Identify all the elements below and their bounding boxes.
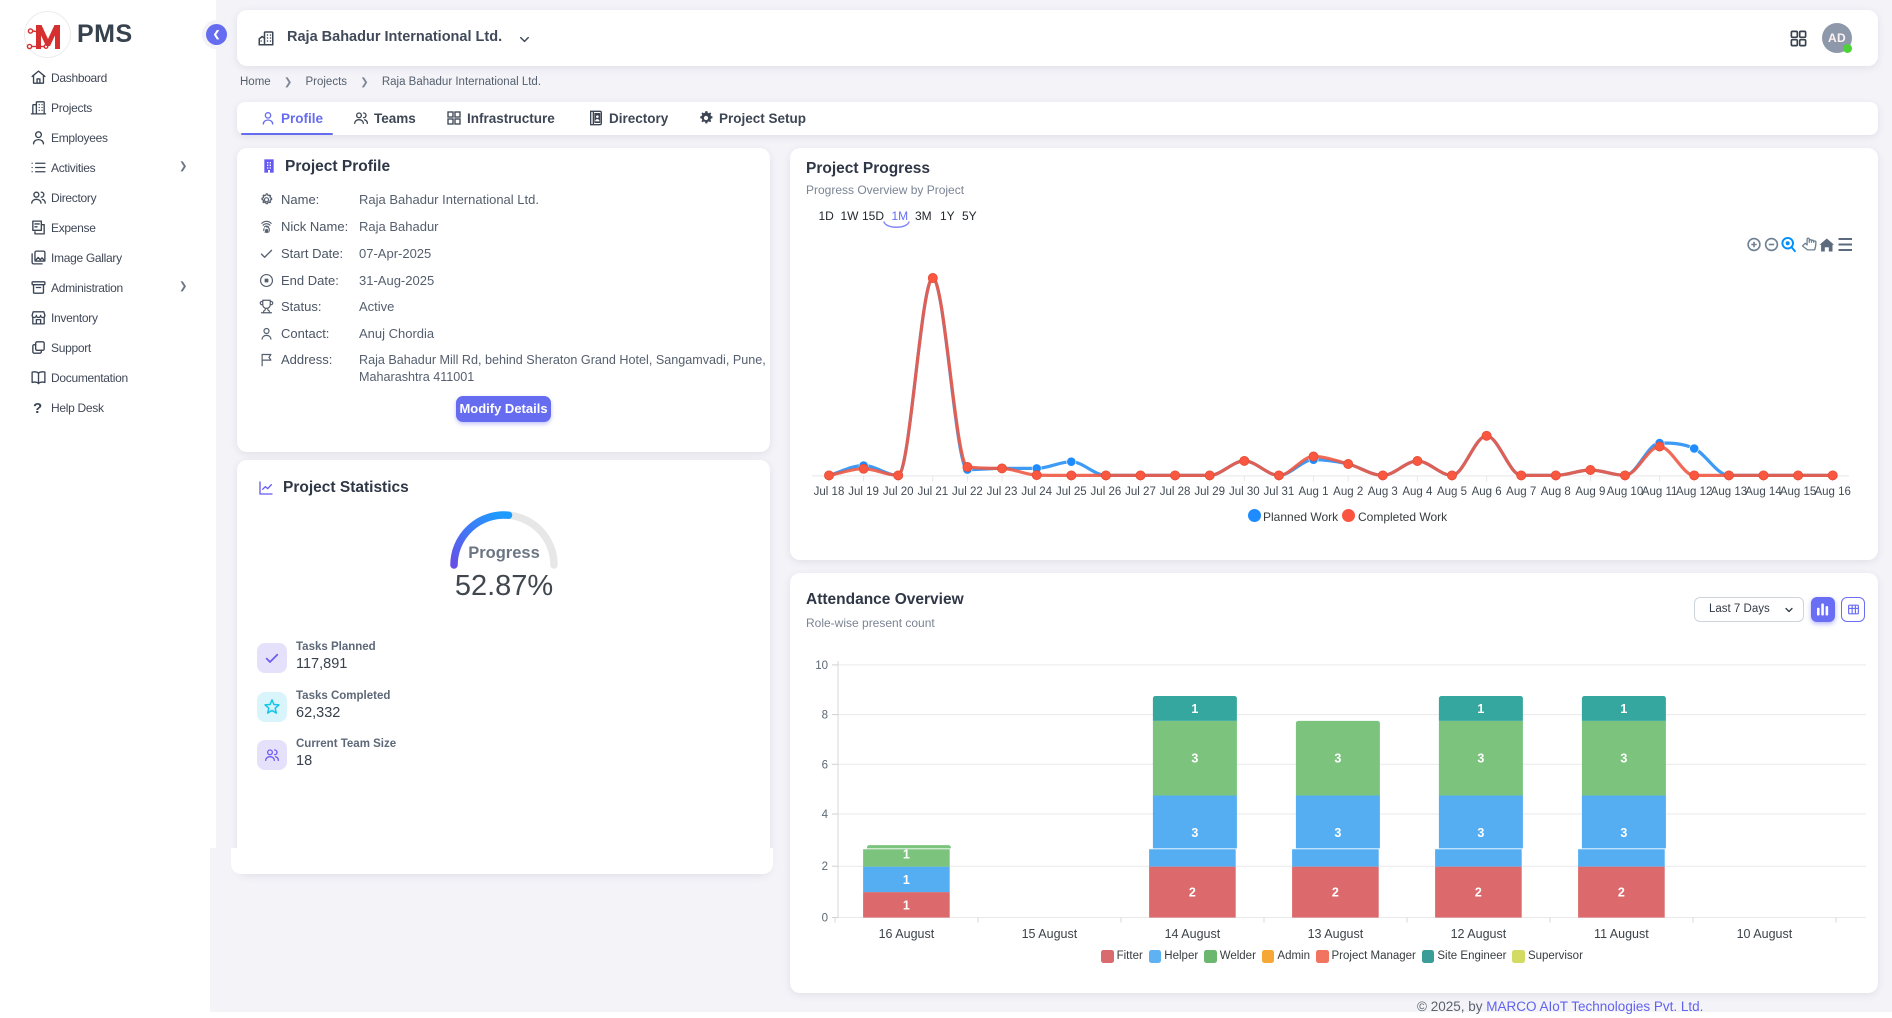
svg-text:Jul 19: Jul 19 (848, 486, 879, 498)
svg-text:Aug 3: Aug 3 (1368, 486, 1398, 498)
svg-text:Jul 28: Jul 28 (1160, 486, 1191, 498)
svg-text:Aug 9: Aug 9 (1575, 486, 1605, 498)
svg-text:11 August: 11 August (1594, 927, 1649, 941)
svg-text:3: 3 (1334, 752, 1341, 766)
svg-text:Aug 7: Aug 7 (1506, 486, 1536, 498)
svg-text:Aug 4: Aug 4 (1402, 486, 1433, 498)
svg-text:3: 3 (1191, 752, 1198, 766)
svg-text:1: 1 (1620, 702, 1627, 716)
svg-text:2: 2 (1189, 886, 1196, 900)
svg-text:2: 2 (822, 861, 828, 873)
svg-text:Jul 18: Jul 18 (814, 486, 845, 498)
svg-text:1: 1 (903, 847, 910, 861)
svg-text:Aug 14: Aug 14 (1745, 486, 1782, 498)
svg-text:Jul 26: Jul 26 (1091, 486, 1122, 498)
svg-text:Aug 2: Aug 2 (1333, 486, 1363, 498)
svg-text:Jul 20: Jul 20 (883, 486, 914, 498)
svg-text:16 August: 16 August (879, 927, 935, 941)
svg-text:Aug 10: Aug 10 (1607, 486, 1643, 498)
svg-text:Jul 23: Jul 23 (987, 486, 1018, 498)
svg-text:Aug 8: Aug 8 (1541, 486, 1571, 498)
svg-text:14 August: 14 August (1165, 927, 1221, 941)
svg-text:13 August: 13 August (1308, 927, 1364, 941)
svg-text:1: 1 (1477, 702, 1484, 716)
svg-text:2: 2 (1618, 886, 1625, 900)
svg-text:10 August: 10 August (1737, 927, 1793, 941)
svg-text:3: 3 (1191, 826, 1198, 840)
svg-text:4: 4 (822, 809, 829, 821)
svg-text:10: 10 (815, 660, 828, 672)
svg-text:1: 1 (903, 898, 910, 912)
svg-text:Jul 24: Jul 24 (1021, 486, 1052, 498)
svg-text:Aug 5: Aug 5 (1437, 486, 1467, 498)
svg-text:Jul 30: Jul 30 (1229, 486, 1260, 498)
svg-text:12 August: 12 August (1451, 927, 1507, 941)
svg-text:Aug 13: Aug 13 (1711, 486, 1747, 498)
svg-text:Aug 1: Aug 1 (1298, 486, 1328, 498)
svg-text:6: 6 (822, 759, 828, 771)
svg-text:Aug 15: Aug 15 (1780, 486, 1816, 498)
svg-text:3: 3 (1334, 826, 1341, 840)
svg-text:Aug 11: Aug 11 (1642, 486, 1678, 498)
svg-text:Jul 21: Jul 21 (917, 486, 948, 498)
svg-text:2: 2 (1332, 886, 1339, 900)
svg-text:2: 2 (1475, 886, 1482, 900)
svg-text:3: 3 (1620, 752, 1627, 766)
svg-text:Aug 6: Aug 6 (1472, 486, 1502, 498)
svg-text:1: 1 (903, 873, 910, 887)
svg-text:Jul 29: Jul 29 (1194, 486, 1225, 498)
svg-text:Jul 22: Jul 22 (952, 486, 983, 498)
svg-text:Jul 27: Jul 27 (1125, 486, 1156, 498)
svg-text:1: 1 (1191, 702, 1198, 716)
svg-text:8: 8 (822, 710, 828, 722)
svg-text:3: 3 (1620, 826, 1627, 840)
svg-text:3: 3 (1477, 752, 1484, 766)
svg-text:15 August: 15 August (1022, 927, 1078, 941)
svg-text:Aug 16: Aug 16 (1814, 486, 1850, 498)
svg-text:0: 0 (822, 913, 828, 925)
svg-text:Jul 25: Jul 25 (1056, 486, 1087, 498)
svg-text:Jul 31: Jul 31 (1264, 486, 1295, 498)
svg-text:3: 3 (1477, 826, 1484, 840)
svg-text:Aug 12: Aug 12 (1676, 486, 1712, 498)
